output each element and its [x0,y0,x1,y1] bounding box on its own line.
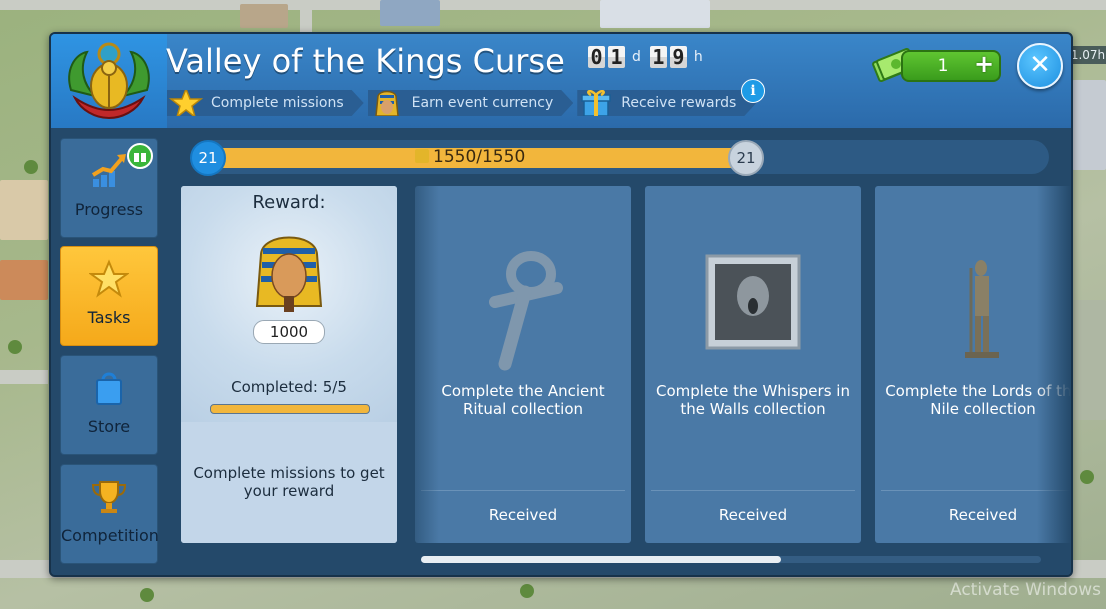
currency-value: 1 [937,56,949,76]
step-label: Receive rewards [621,95,737,111]
gift-icon [579,86,613,120]
pharaoh-coin-icon [370,86,404,120]
sidebar-item-progress[interactable]: Progress [60,138,158,238]
star-icon [169,86,203,120]
reward-completion-bar [210,404,370,414]
timer-day-unit: d [632,49,641,65]
currency-counter: 1 + [901,50,1001,82]
event-emblem-box [51,34,167,128]
divider [651,490,855,491]
add-currency-button[interactable]: + [973,52,995,76]
sidebar-item-store[interactable]: Store [60,355,158,455]
reward-card: Reward: 1000 Completed: 5/5 Complete mis… [181,186,397,543]
progress-value: 1550/1550 [433,147,526,167]
reward-footer: Complete missions to get your reward [181,422,397,543]
mission-card[interactable]: Complete the Whispers in the Walls colle… [645,186,861,543]
shopping-bag-icon [96,372,122,405]
trophy-icon [91,481,127,513]
scrollbar-thumb[interactable] [421,556,781,563]
egyptian-statue-icon [965,260,999,358]
timer-digit: 1 [649,46,667,68]
sidebar-item-label: Store [87,417,131,436]
event-progress-text: 1550/1550 [415,147,525,167]
reward-summary: Reward: 1000 Completed: 5/5 [181,186,397,422]
scroll-fade-left [399,186,439,543]
step-label: Earn event currency [411,95,554,111]
mission-card[interactable]: Complete the Ancient Ritual collection R… [415,186,631,543]
tasks-panel: 1550/1550 21 21 Reward: 1000 Completed: … [167,128,1071,575]
divider [421,490,625,491]
ghost-frame-icon [705,254,801,350]
reward-title: Reward: [252,192,326,213]
next-level-badge: 21 [728,140,764,176]
reward-amount: 1000 [253,320,325,344]
mission-status: Received [488,506,558,524]
star-icon [89,259,129,298]
mission-text: Complete the Whispers in the Walls colle… [656,382,850,418]
info-button[interactable]: i [741,79,765,103]
close-button[interactable]: ✕ [1017,43,1063,89]
sidebar-item-label: Tasks [87,308,131,327]
step-complete-missions: Complete missions [167,90,364,116]
sidebar-item-tasks[interactable]: Tasks [60,246,158,346]
reward-completed: Completed: 5/5 [231,378,347,396]
sidebar-item-label: Competition [61,526,159,545]
timer-digit: 9 [669,46,687,68]
step-earn-currency: Earn event currency [368,90,574,116]
step-receive-rewards: Receive rewards [577,90,756,116]
top-right-badge: 1.07h [1070,46,1106,64]
event-steps: Complete missions Earn event currency Re… [167,90,756,116]
timer-digit: 1 [608,46,625,68]
progress-chart-icon [91,154,126,187]
reward-message: Complete missions to get your reward [193,464,385,500]
scarab-emblem-icon [68,42,150,120]
sidebar: Progress Tasks Store Competition [51,128,167,575]
mission-status: Received [718,506,788,524]
activation-watermark: Activate Windows [950,580,1101,600]
ankh-icon [489,251,563,371]
pharaoh-reward-icon [255,236,323,312]
timer-hour-unit: h [693,49,703,65]
event-title: Valley of the Kings Curse [166,42,565,80]
current-level-badge: 21 [190,140,226,176]
scroll-fade-right [1037,186,1071,543]
sidebar-item-competition[interactable]: Competition [60,464,159,564]
gift-badge-icon [127,143,153,169]
sidebar-item-label: Progress [74,200,144,219]
dialog-header: Valley of the Kings Curse 0 1 d 1 9 h Co… [51,34,1071,128]
mission-text: Complete the Ancient Ritual collection [441,382,605,418]
timer-digit: 0 [588,46,605,68]
pharaoh-coin-icon [415,149,429,163]
step-label: Complete missions [211,95,344,111]
event-dialog: Valley of the Kings Curse 0 1 d 1 9 h Co… [49,32,1073,577]
event-timer: 0 1 d 1 9 h [588,46,709,68]
